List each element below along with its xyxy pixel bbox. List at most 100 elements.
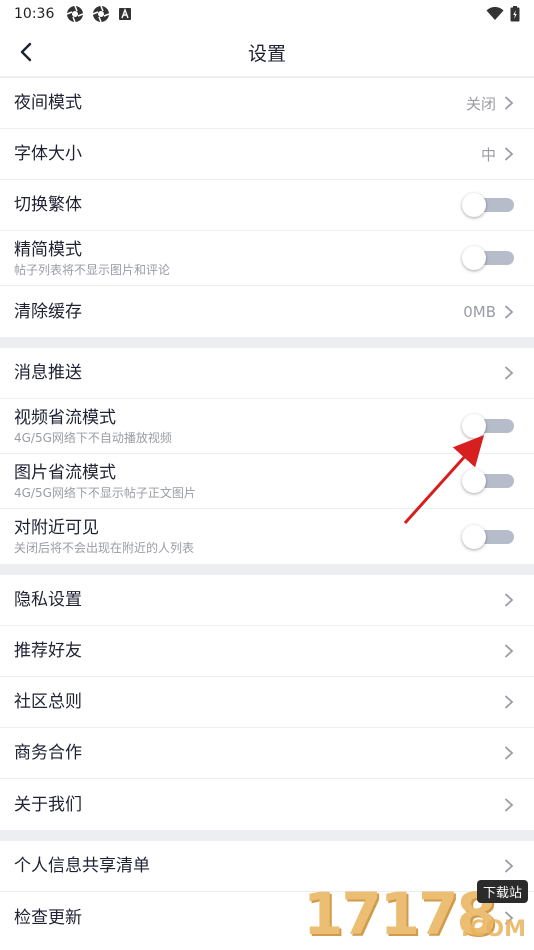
settings-row-label: 视频省流模式 xyxy=(14,407,116,428)
settings-row-text: 隐私设置 xyxy=(14,589,82,611)
settings-row[interactable]: 夜间模式 关闭 xyxy=(0,78,534,129)
settings-row-label: 精简模式 xyxy=(14,239,82,260)
settings-row[interactable]: 视频省流模式 4G/5G网络下不自动播放视频 xyxy=(0,399,534,454)
chevron-right-icon xyxy=(505,147,514,161)
watermark-badge: 下载站 xyxy=(476,880,528,903)
settings-row[interactable]: 隐私设置 xyxy=(0,575,534,626)
settings-row[interactable]: 字体大小 中 xyxy=(0,129,534,180)
settings-row-text: 清除缓存 xyxy=(14,301,82,323)
toggle-switch[interactable] xyxy=(462,524,514,549)
app-a-icon xyxy=(119,8,132,20)
settings-row-control: 关闭 xyxy=(466,93,514,114)
toggle-switch[interactable] xyxy=(462,414,514,438)
settings-row-control xyxy=(462,469,514,493)
settings-row-text: 精简模式帖子列表将不显示图片和评论 xyxy=(14,239,170,278)
group-separator xyxy=(0,830,534,841)
chevron-right-icon xyxy=(505,746,514,760)
toggle-switch[interactable] xyxy=(462,469,514,493)
settings-row-control: 中 xyxy=(481,144,514,165)
settings-row[interactable]: 推荐好友 xyxy=(0,626,534,677)
toggle-switch[interactable] xyxy=(462,246,514,270)
settings-row-control xyxy=(504,593,514,607)
settings-row-text: 夜间模式 xyxy=(14,92,82,114)
toggle-switch[interactable] xyxy=(462,193,514,217)
back-arrow-icon xyxy=(20,42,32,62)
settings-row-text: 检查更新 xyxy=(14,907,82,929)
settings-row-label: 字体大小 xyxy=(14,144,82,164)
settings-row[interactable]: 消息推送 xyxy=(0,348,534,399)
group-separator xyxy=(0,564,534,575)
toggle-knob xyxy=(462,246,486,270)
settings-row-description: 4G/5G网络下不显示帖子正文图片 xyxy=(14,485,196,500)
settings-row[interactable]: 关于我们 xyxy=(0,779,534,830)
settings-row-value: 0MB xyxy=(463,302,496,321)
settings-row-label: 推荐好友 xyxy=(14,641,82,661)
settings-row-description: 4G/5G网络下不自动播放视频 xyxy=(14,430,172,445)
settings-row-text: 切换繁体 xyxy=(14,194,82,216)
chevron-right-icon xyxy=(505,305,514,318)
settings-row[interactable]: 商务合作 xyxy=(0,728,534,779)
chevron-right-icon xyxy=(505,695,514,709)
settings-row-control xyxy=(504,366,514,380)
settings-row-label: 检查更新 xyxy=(14,907,82,928)
settings-row-label: 切换繁体 xyxy=(14,195,82,215)
settings-row[interactable]: 社区总则 xyxy=(0,677,534,728)
wifi-icon xyxy=(486,7,504,20)
status-time: 10:36 xyxy=(14,6,55,22)
back-button[interactable] xyxy=(12,38,40,66)
settings-row-text: 字体大小 xyxy=(14,143,82,165)
status-bar: 10:36 xyxy=(0,0,534,28)
toggle-knob xyxy=(462,414,486,438)
watermark-logo: 17178 下载站 .COM xyxy=(303,878,528,948)
settings-row-label: 夜间模式 xyxy=(14,93,82,113)
toggle-knob xyxy=(462,469,486,493)
settings-row-control xyxy=(462,524,514,549)
settings-row-text: 关于我们 xyxy=(14,794,82,816)
settings-row-label: 对附近可见 xyxy=(14,518,99,538)
settings-row-label: 社区总则 xyxy=(14,692,82,712)
toggle-knob xyxy=(462,524,486,549)
settings-row[interactable]: 切换繁体 xyxy=(0,180,534,231)
settings-row-label: 消息推送 xyxy=(14,363,82,383)
chevron-right-icon xyxy=(505,644,514,658)
battery-icon xyxy=(510,6,520,22)
status-notification-icons xyxy=(66,5,132,23)
settings-row-text: 社区总则 xyxy=(14,691,82,713)
chevron-right-icon xyxy=(505,859,514,873)
settings-row-description: 关闭后将不会出现在附近的人列表 xyxy=(14,541,195,555)
settings-group: 隐私设置推荐好友社区总则商务合作关于我们 xyxy=(0,575,534,830)
settings-row-label: 个人信息共享清单 xyxy=(14,856,150,876)
page-title: 设置 xyxy=(247,42,286,65)
settings-row[interactable]: 清除缓存 0MB xyxy=(0,286,534,337)
settings-row-control xyxy=(462,246,514,270)
settings-row-control: 0MB xyxy=(463,303,514,321)
settings-row-text: 视频省流模式 4G/5G网络下不自动播放视频 xyxy=(14,407,172,446)
settings-row-control xyxy=(504,859,514,873)
settings-row-label: 商务合作 xyxy=(14,743,82,763)
settings-row-label: 清除缓存 xyxy=(14,301,82,322)
toggle-knob xyxy=(462,193,486,217)
settings-row[interactable]: 精简模式帖子列表将不显示图片和评论 xyxy=(0,231,534,286)
settings-row-description: 帖子列表将不显示图片和评论 xyxy=(14,262,171,277)
settings-row-text: 对附近可见关闭后将不会出现在附近的人列表 xyxy=(14,517,194,556)
settings-row-control xyxy=(504,798,514,812)
settings-row-value: 中 xyxy=(480,145,496,164)
settings-row-value: 关闭 xyxy=(465,94,496,113)
chevron-right-icon xyxy=(505,366,514,380)
settings-row-label: 隐私设置 xyxy=(14,590,82,610)
settings-group: 夜间模式 关闭字体大小 中切换繁体精简模式帖子列表将不显示图片和评论清除缓存 0MB xyxy=(0,78,534,337)
nav-bar: 设置 xyxy=(0,28,534,76)
watermark-suffix: .COM xyxy=(460,917,526,942)
settings-row[interactable]: 对附近可见关闭后将不会出现在附近的人列表 xyxy=(0,509,534,564)
chevron-right-icon xyxy=(505,96,514,110)
chevron-right-icon xyxy=(505,593,514,607)
settings-row-control xyxy=(504,746,514,760)
settings-row-control xyxy=(504,695,514,709)
settings-list: 夜间模式 关闭字体大小 中切换繁体精简模式帖子列表将不显示图片和评论清除缓存 0MB 消… xyxy=(0,78,534,943)
aperture-icon xyxy=(93,5,110,23)
settings-row[interactable]: 图片省流模式 4G/5G网络下不显示帖子正文图片 xyxy=(0,454,534,509)
settings-row-text: 消息推送 xyxy=(14,362,82,384)
group-separator xyxy=(0,337,534,348)
settings-row-text: 推荐好友 xyxy=(14,640,82,662)
settings-group: 消息推送视频省流模式 4G/5G网络下不自动播放视频图片省流模式 4G/5G网络下不… xyxy=(0,348,534,564)
